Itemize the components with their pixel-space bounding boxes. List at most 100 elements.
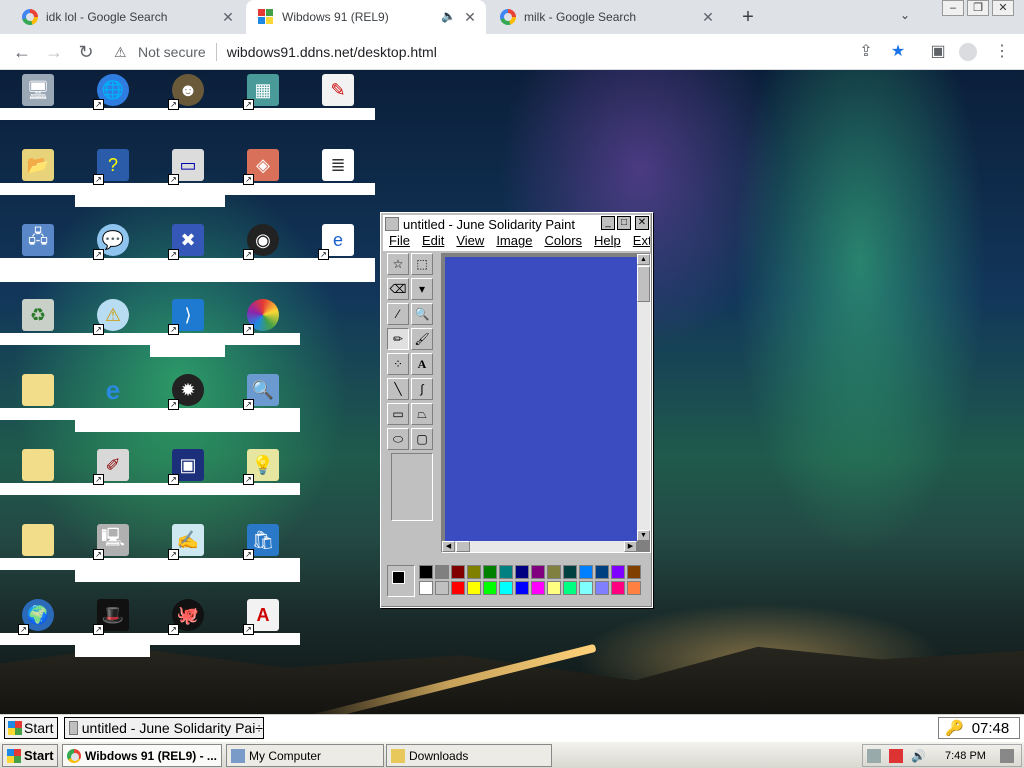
close-icon[interactable]: ✕	[700, 9, 716, 25]
palette-swatch[interactable]	[499, 581, 513, 595]
my-computer-icon[interactable]: 🖥	[18, 70, 58, 110]
new-tab-button[interactable]: +	[738, 7, 758, 27]
help-icon[interactable]: ? ↗	[93, 145, 133, 185]
text-tool-icon[interactable]: A	[411, 353, 433, 375]
paint-document-icon[interactable]: ✎	[318, 70, 358, 110]
palette-swatch[interactable]	[419, 565, 433, 579]
speaker-icon[interactable]: 🔈	[441, 9, 456, 23]
side-panel-icon[interactable]: ▣	[928, 42, 948, 62]
palette-swatch[interactable]	[467, 565, 481, 579]
disconnected-pc-icon[interactable]: ✖ ↗	[168, 220, 208, 260]
scroll-thumb[interactable]	[456, 541, 470, 552]
palette-swatch[interactable]	[595, 581, 609, 595]
host-task-downloads[interactable]: Downloads	[386, 744, 552, 767]
palette-swatch[interactable]	[627, 565, 641, 579]
maximize-button[interactable]: □	[617, 216, 631, 230]
scroll-left-icon[interactable]: ◀	[442, 541, 455, 552]
close-window-button[interactable]: ✕	[992, 0, 1014, 16]
back-arrow-icon[interactable]: ←	[12, 42, 32, 62]
scroll-down-icon[interactable]: ▼	[637, 530, 650, 541]
palette-swatch[interactable]	[531, 581, 545, 595]
network-tray-icon[interactable]	[867, 748, 881, 763]
close-icon[interactable]: ✕	[462, 9, 478, 25]
paint-title-bar[interactable]: untitled - June Solidarity Paint _ □ ✕	[383, 215, 650, 233]
vertical-scrollbar[interactable]: ▲ ▼	[637, 254, 650, 541]
line-icon[interactable]: ╲	[387, 378, 409, 400]
tab-idk-lol[interactable]: idk lol - Google Search ✕	[12, 0, 244, 34]
tab-search-chevron-icon[interactable]: ⌄	[896, 8, 914, 26]
url-text[interactable]: wibdows91.ddns.net/desktop.html	[227, 44, 437, 60]
menu-view[interactable]: View	[456, 233, 484, 251]
font-character-icon[interactable]: A ↗	[243, 595, 283, 635]
security-alert-icon[interactable]	[889, 748, 903, 763]
open-folder-icon[interactable]: 📂	[18, 145, 58, 185]
art-tools-icon[interactable]: ✐ ↗	[93, 445, 133, 485]
rounded-rect-icon[interactable]: ▢	[411, 428, 433, 450]
paint-window[interactable]: untitled - June Solidarity Paint _ □ ✕ F…	[380, 212, 653, 608]
palette-swatch[interactable]	[563, 581, 577, 595]
tray-arrow-icon[interactable]	[999, 748, 1014, 763]
recycle-bin-icon[interactable]: ♻	[18, 295, 58, 335]
printer-device-icon[interactable]: ▣ ↗	[168, 445, 208, 485]
ellipse-icon[interactable]: ⬭	[387, 428, 409, 450]
folder-icon[interactable]	[18, 370, 58, 410]
notepad-icon[interactable]: ✍ ↗	[168, 520, 208, 560]
key-icon[interactable]: 🔑	[945, 719, 964, 737]
palette-swatch[interactable]	[483, 565, 497, 579]
close-icon[interactable]: ✕	[220, 9, 236, 25]
profile-icon[interactable]	[958, 42, 978, 62]
palette-swatch[interactable]	[499, 565, 513, 579]
host-task-my-computer[interactable]: My Computer	[226, 744, 384, 767]
palette-swatch[interactable]	[435, 565, 449, 579]
old-computer-icon[interactable]: 🖳 ↗	[93, 520, 133, 560]
palette-swatch[interactable]	[563, 565, 577, 579]
menu-colors[interactable]: Colors	[544, 233, 582, 251]
w91-task-paint[interactable]: untitled - June Solidarity Pai÷	[64, 717, 264, 739]
free-select-icon[interactable]: ☆	[387, 253, 409, 275]
menu-dots-icon[interactable]: ⋮	[992, 42, 1012, 62]
menu-file[interactable]: File	[389, 233, 410, 251]
maximize-button[interactable]: ❐	[967, 0, 989, 16]
scroll-up-icon[interactable]: ▲	[637, 254, 650, 265]
palette-swatch[interactable]	[611, 565, 625, 579]
folder-icon[interactable]	[18, 520, 58, 560]
menu-extras[interactable]: Extras	[633, 233, 650, 251]
close-button[interactable]: ✕	[635, 216, 649, 230]
store-bag-icon[interactable]: 🛍 ↗	[243, 520, 283, 560]
tool-options-box[interactable]	[391, 453, 433, 521]
palette-swatch[interactable]	[531, 565, 545, 579]
w91-start-button[interactable]: Start	[4, 717, 58, 739]
palette-swatch[interactable]	[579, 581, 593, 595]
palette-swatch[interactable]	[483, 581, 497, 595]
forward-arrow-icon[interactable]: →	[44, 42, 64, 62]
volume-icon[interactable]: 🔊	[911, 749, 926, 763]
window-app-icon[interactable]: ▭ ↗	[168, 145, 208, 185]
bookmark-star-icon[interactable]: ★	[888, 42, 908, 62]
tab-milk[interactable]: milk - Google Search ✕	[488, 0, 724, 34]
menu-help[interactable]: Help	[594, 233, 621, 251]
curve-icon[interactable]: ∫	[411, 378, 433, 400]
palette-swatch[interactable]	[419, 581, 433, 595]
palette-swatch[interactable]	[515, 581, 529, 595]
security-label[interactable]: Not secure	[138, 44, 206, 60]
airbrush-icon[interactable]: ⁘	[387, 353, 409, 375]
palette-swatch[interactable]	[595, 565, 609, 579]
palette-swatch[interactable]	[451, 565, 465, 579]
warning-icon[interactable]: ⚠	[114, 44, 130, 60]
menu-edit[interactable]: Edit	[422, 233, 444, 251]
minimize-button[interactable]: –	[942, 0, 964, 16]
horizontal-scrollbar[interactable]: ◀ ▶	[442, 541, 637, 552]
internet-explorer-icon[interactable]: e	[93, 370, 133, 410]
palette-swatch[interactable]	[611, 581, 625, 595]
magnifier-icon[interactable]: 🔍	[411, 303, 433, 325]
package-icon[interactable]: ◈ ↗	[243, 145, 283, 185]
scroll-thumb[interactable]	[637, 266, 650, 302]
rectangle-icon[interactable]: ▭	[387, 403, 409, 425]
palette-swatch[interactable]	[515, 565, 529, 579]
palette-swatch[interactable]	[547, 565, 561, 579]
polygon-icon[interactable]: ⏢	[411, 403, 433, 425]
media-disc-icon[interactable]: ◉ ↗	[243, 220, 283, 260]
vscode-icon[interactable]: ⟩ ↗	[168, 295, 208, 335]
fill-bucket-icon[interactable]: ▾	[411, 278, 433, 300]
brush-icon[interactable]: 🖌	[411, 328, 433, 350]
